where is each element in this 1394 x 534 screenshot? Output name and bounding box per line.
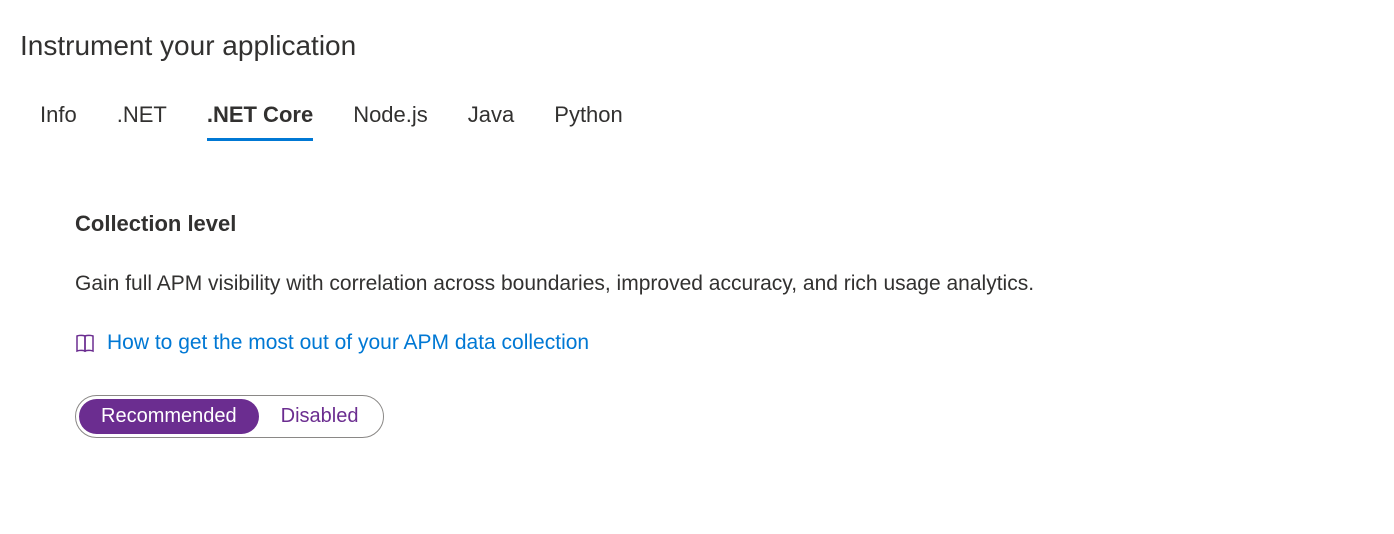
book-icon	[75, 333, 97, 353]
tabs-container: Info .NET .NET Core Node.js Java Python	[20, 102, 1374, 141]
help-link-row: How to get the most out of your APM data…	[75, 331, 1374, 355]
section-title: Collection level	[75, 211, 1374, 237]
section-description: Gain full APM visibility with correlatio…	[75, 272, 1374, 296]
tab-dotnet-core[interactable]: .NET Core	[207, 102, 313, 141]
tab-python[interactable]: Python	[554, 102, 623, 141]
page-title: Instrument your application	[20, 30, 1374, 62]
toggle-disabled[interactable]: Disabled	[259, 399, 381, 434]
tab-info[interactable]: Info	[40, 102, 77, 141]
tab-java[interactable]: Java	[468, 102, 514, 141]
help-link[interactable]: How to get the most out of your APM data…	[107, 331, 589, 355]
tab-nodejs[interactable]: Node.js	[353, 102, 428, 141]
tab-dotnet[interactable]: .NET	[117, 102, 167, 141]
content-area: Collection level Gain full APM visibilit…	[20, 211, 1374, 438]
toggle-recommended[interactable]: Recommended	[79, 399, 259, 434]
collection-level-toggle: Recommended Disabled	[75, 395, 384, 438]
